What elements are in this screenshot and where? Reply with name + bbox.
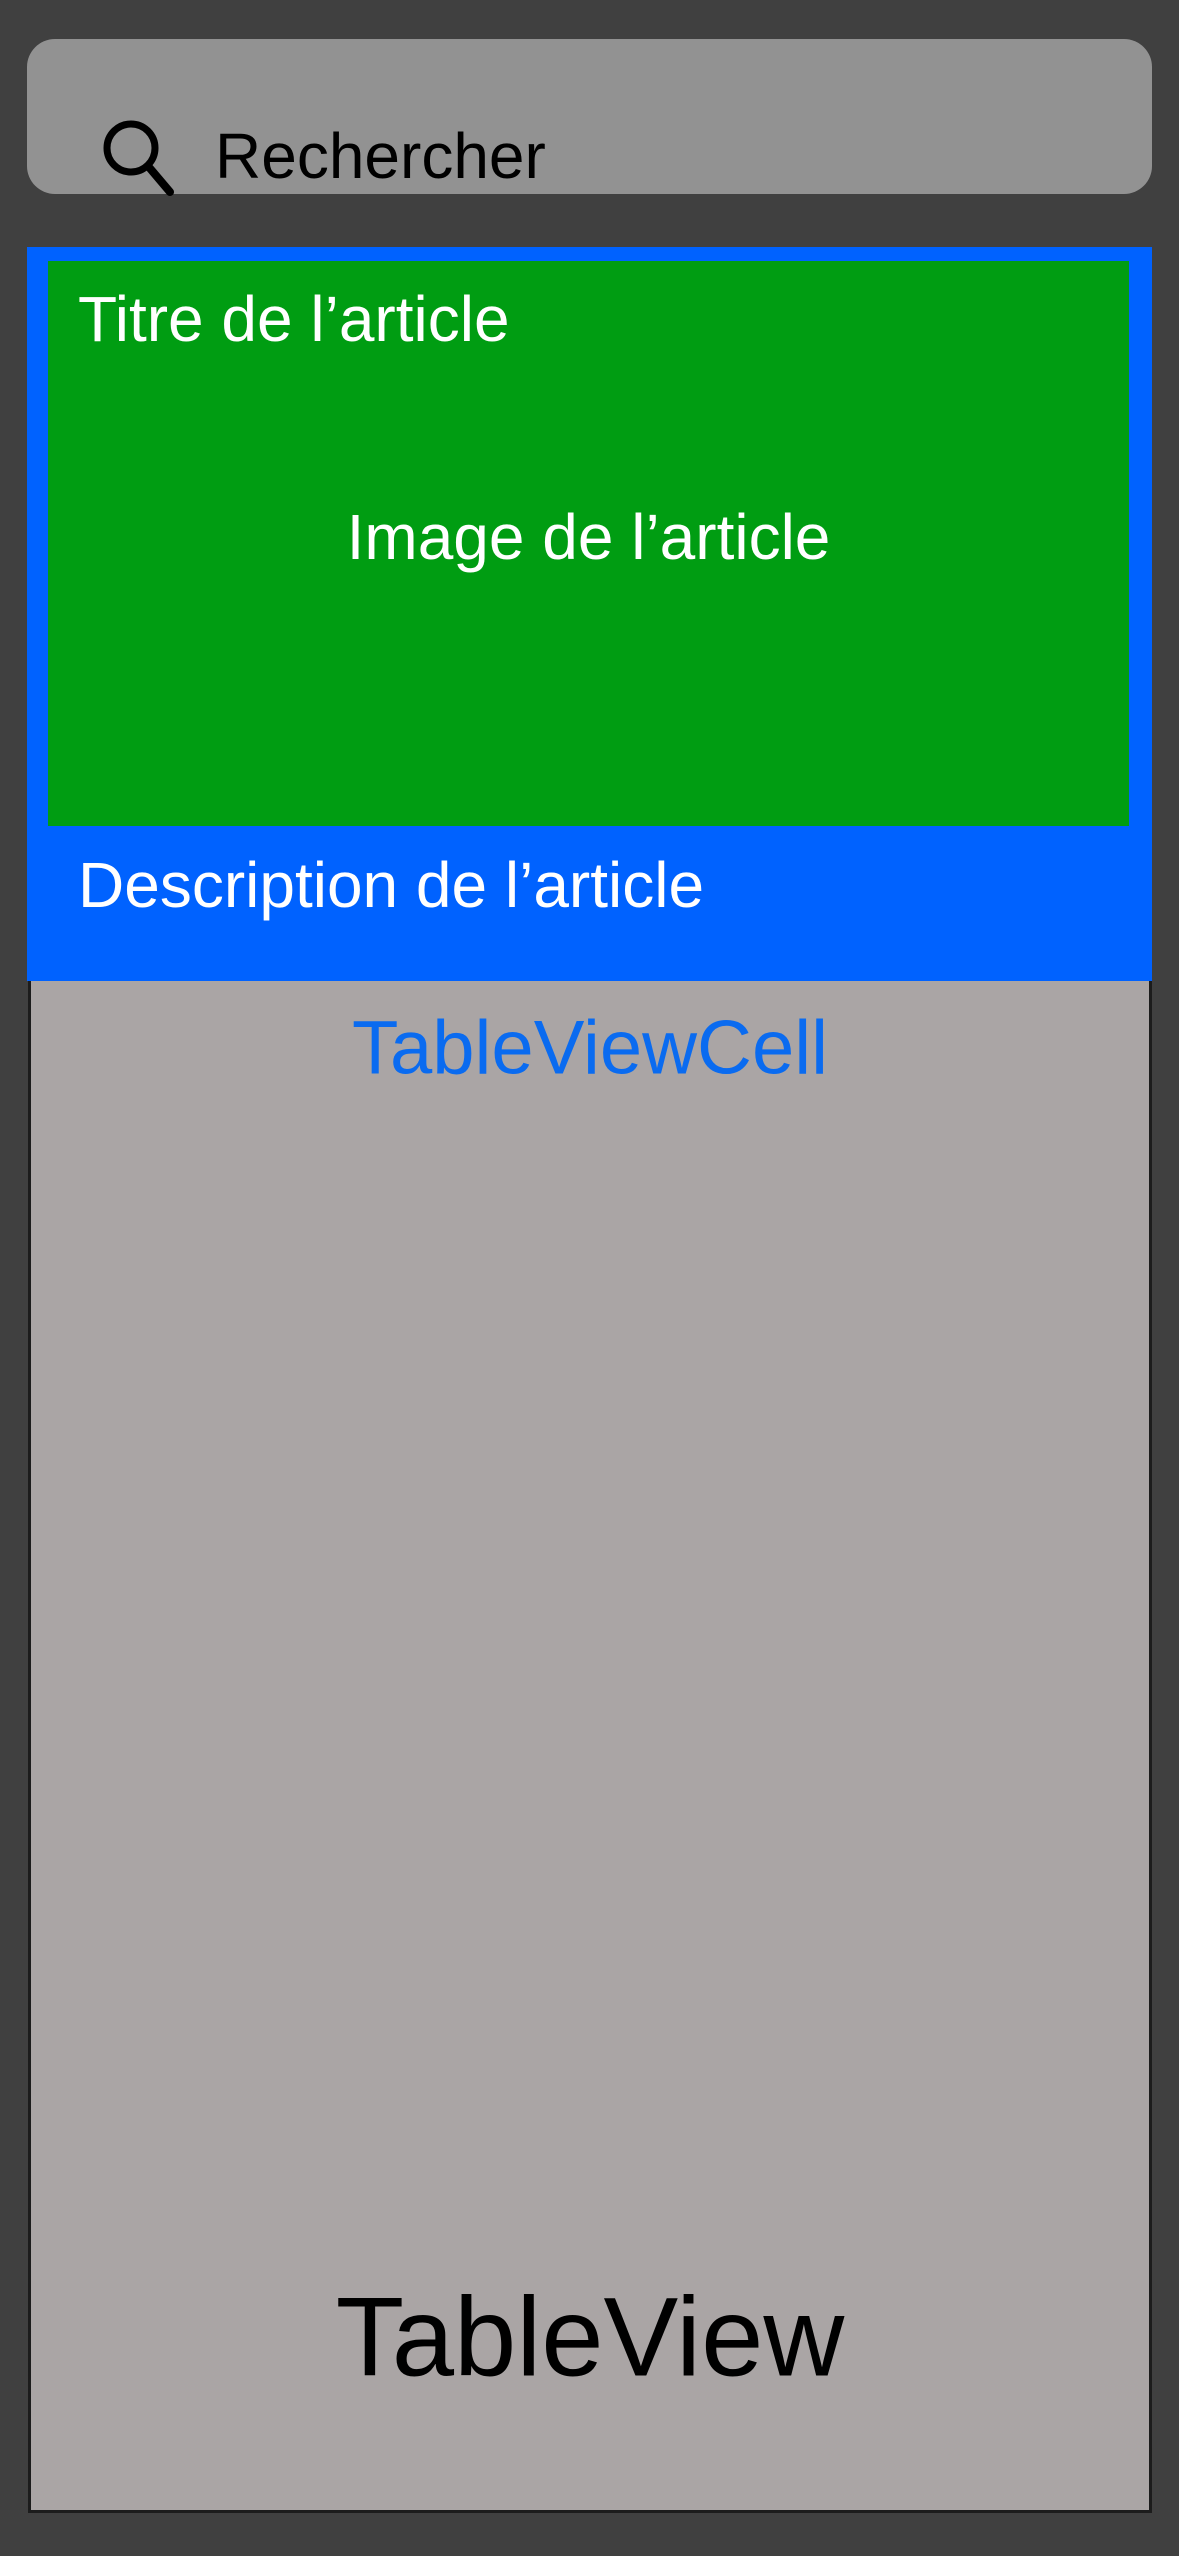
search-bar[interactable]: Rechercher [27, 39, 1152, 196]
search-placeholder[interactable]: Rechercher [215, 119, 546, 193]
table-view-cell-label: TableViewCell [352, 1005, 828, 1091]
article-title: Titre de l’article [78, 283, 510, 355]
article-image-label: Image de l’article [346, 501, 831, 573]
article-description: Description de l’article [78, 849, 705, 921]
search-icon [103, 120, 174, 196]
table-view-label: TableView [335, 2274, 845, 2400]
